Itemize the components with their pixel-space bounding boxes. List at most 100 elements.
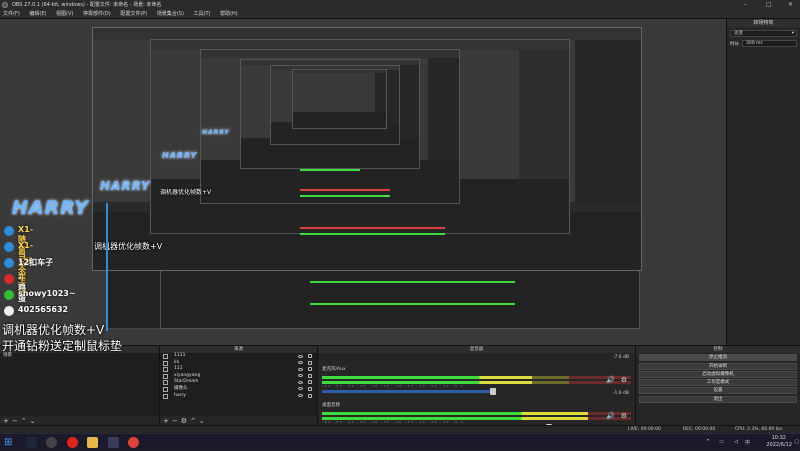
sources-list: 1111 kk 111 xiyangyang StarDream 摄像头 har… xyxy=(160,353,317,416)
visibility-icon[interactable] xyxy=(298,361,303,365)
virtual-camera-button[interactable]: 启动虚拟摄像机 xyxy=(639,370,797,378)
file-explorer-icon[interactable] xyxy=(87,437,98,448)
title-bar: OBS 27.0.1 (64-bit, windows) - 配置文件: 未命名… xyxy=(0,0,800,10)
weibo-icon xyxy=(4,242,14,252)
minimize-button[interactable]: – xyxy=(744,0,747,10)
volume-icon[interactable]: ◁ xyxy=(734,439,738,445)
visibility-icon[interactable] xyxy=(298,387,303,391)
ime-indicator[interactable]: 中 xyxy=(745,439,750,446)
menu-view[interactable]: 视图(V) xyxy=(56,11,73,17)
source-item[interactable]: 111 xyxy=(160,366,317,373)
netease-music-icon[interactable] xyxy=(67,437,78,448)
speaker-icon[interactable]: 🔊 xyxy=(606,412,615,420)
wechat-icon xyxy=(4,290,14,300)
chevron-down-icon: ▾ xyxy=(791,31,794,36)
harry-logo-nested: HARRY xyxy=(162,151,198,160)
gear-icon[interactable]: ⚙ xyxy=(621,412,627,420)
channel-name: 麦克风/Aux xyxy=(322,367,346,372)
obs-taskbar-icon[interactable] xyxy=(46,437,57,448)
selection-bounding-box[interactable] xyxy=(106,203,108,331)
source-item[interactable]: 1111 xyxy=(160,353,317,360)
transition-panel-header: 转场特效 xyxy=(727,19,800,27)
harry-logo: HARRY xyxy=(12,197,89,219)
move-down-icon[interactable]: ⌄ xyxy=(30,417,39,425)
chevron-up-icon[interactable]: ^ xyxy=(706,439,710,445)
studio-mode-button[interactable]: 工作室模式 xyxy=(639,379,797,387)
menu-bar: 文件(F) 编辑(E) 视图(V) 停靠部件(D) 配置文件(P) 场景集合(S… xyxy=(0,10,800,19)
chrome-icon[interactable] xyxy=(128,437,139,448)
camera-source-icon xyxy=(163,386,168,392)
lock-icon[interactable] xyxy=(308,393,312,398)
clock-time: 10:32 xyxy=(771,435,786,441)
source-item[interactable]: 摄像头 xyxy=(160,386,317,393)
menu-edit[interactable]: 编辑(E) xyxy=(29,11,46,17)
harry-logo-nested: HARRY xyxy=(100,179,151,193)
channel-db: -1.6 dB xyxy=(612,391,629,396)
gear-icon[interactable]: ⚙ xyxy=(181,417,190,425)
remove-scene-button[interactable]: − xyxy=(12,417,21,425)
menu-profile[interactable]: 配置文件(P) xyxy=(120,11,147,17)
move-down-icon[interactable]: ⌄ xyxy=(199,417,208,425)
volume-meter xyxy=(322,376,631,379)
source-item[interactable]: harry xyxy=(160,393,317,400)
close-button[interactable]: ✕ xyxy=(788,0,793,10)
preview-canvas[interactable]: HARRY X1-随意+状态卡位 X1-当天车位 12扣车子 -鸡蛋 snowy… xyxy=(0,19,726,345)
image-source-icon xyxy=(163,360,168,366)
nested-meter xyxy=(300,195,390,197)
duration-input[interactable]: 300 ms xyxy=(742,40,797,47)
visibility-icon[interactable] xyxy=(298,374,303,378)
lock-icon[interactable] xyxy=(308,380,312,385)
remove-source-button[interactable]: − xyxy=(172,417,181,425)
overlay-promo-line-1: 调机器优化帧数+V xyxy=(2,323,105,337)
window-title: OBS 27.0.1 (64-bit, windows) - 配置文件: 未命名… xyxy=(12,2,162,8)
nested-meter xyxy=(300,189,390,191)
maximize-button[interactable]: □ xyxy=(766,0,772,10)
image-source-icon xyxy=(163,393,168,399)
start-recording-button[interactable]: 开始录制 xyxy=(639,362,797,370)
add-source-button[interactable]: + xyxy=(163,417,172,425)
source-item[interactable]: StarDream xyxy=(160,379,317,386)
lock-icon[interactable] xyxy=(308,367,312,372)
mixer-channel-desktop: 桌面音频 -1.6 dB -60 -55 -50 -45 -40 -35 -30… xyxy=(318,389,635,431)
settings-button[interactable]: 设置 xyxy=(639,387,797,395)
lock-icon[interactable] xyxy=(308,360,312,365)
visibility-icon[interactable] xyxy=(298,380,303,384)
menu-file[interactable]: 文件(F) xyxy=(3,11,20,17)
exit-button[interactable]: 退出 xyxy=(639,395,797,403)
nested-meter xyxy=(310,303,515,305)
stop-streaming-button[interactable]: 停止推流 xyxy=(639,354,797,362)
overlay-promo-nested: 调机器优化帧数+V xyxy=(94,242,163,251)
network-icon[interactable]: ▭ xyxy=(719,439,724,445)
channel-name: 桌面音频 xyxy=(322,403,340,408)
speaker-icon[interactable]: 🔊 xyxy=(606,376,615,384)
add-scene-button[interactable]: + xyxy=(3,417,12,425)
visibility-icon[interactable] xyxy=(298,394,303,398)
gear-icon[interactable]: ⚙ xyxy=(621,376,627,384)
notification-icon[interactable]: ▢ xyxy=(794,439,799,445)
lock-icon[interactable] xyxy=(308,386,312,391)
transition-panel: 转场特效 淡变 ▾ 时长 300 ms xyxy=(726,19,800,345)
menu-scene-collection[interactable]: 场景集合(S) xyxy=(157,11,184,17)
visibility-icon[interactable] xyxy=(298,367,303,371)
menu-tools[interactable]: 工具(T) xyxy=(194,11,211,17)
menu-help[interactable]: 帮助(H) xyxy=(220,11,238,17)
move-up-icon[interactable]: ⌃ xyxy=(21,417,30,425)
obs-logo-icon xyxy=(2,2,8,8)
controls-header: 控制 xyxy=(636,346,800,353)
app-icon[interactable] xyxy=(108,437,119,448)
transition-select[interactable]: 淡变 ▾ xyxy=(730,30,797,37)
nested-meter xyxy=(300,169,360,171)
lock-icon[interactable] xyxy=(308,354,312,358)
harry-logo-nested: HARRY xyxy=(202,129,230,136)
menu-docks[interactable]: 停靠部件(D) xyxy=(83,11,111,17)
windows-start-icon[interactable]: ⊞ xyxy=(4,437,15,448)
steam-icon[interactable] xyxy=(26,437,37,448)
visibility-icon[interactable] xyxy=(298,354,303,358)
status-bar: LIVE: 00:00:00 REC: 00:00:00 CPU: 2.3%, … xyxy=(0,425,800,433)
move-up-icon[interactable]: ⌃ xyxy=(190,417,199,425)
source-item[interactable]: kk xyxy=(160,360,317,367)
lock-icon[interactable] xyxy=(308,373,312,378)
volume-meter xyxy=(322,412,631,415)
douyin-icon xyxy=(4,274,14,284)
bottom-docks: 场景 场景 +−⌃⌄ 来源 1111 kk 111 xiyangyang Sta… xyxy=(0,345,800,431)
